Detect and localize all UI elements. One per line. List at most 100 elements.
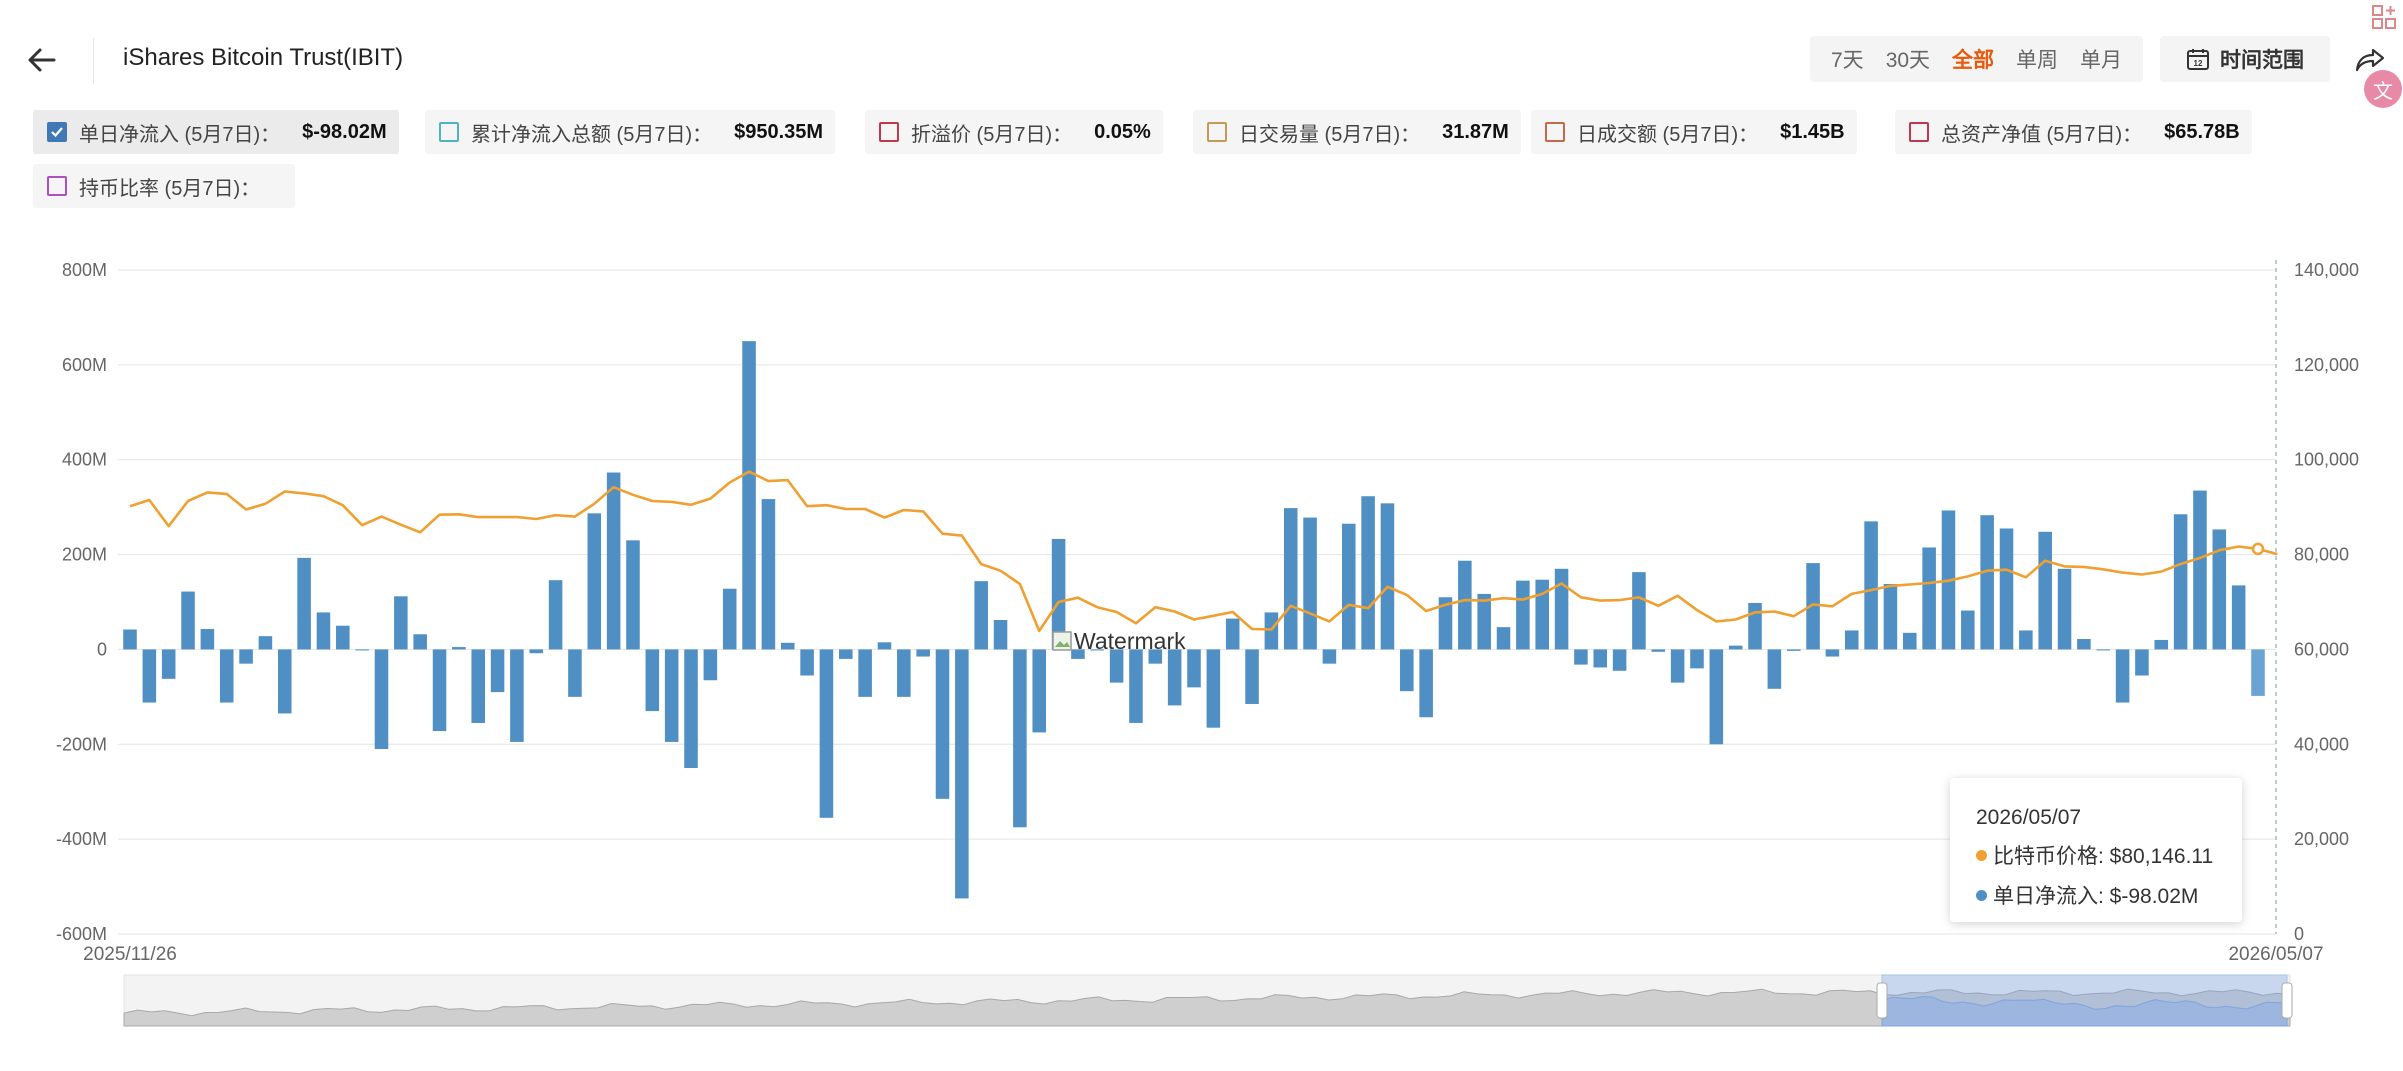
inflow-bar [1361,496,1375,650]
inflow-bar [432,649,447,732]
inflow-bar [1283,508,1298,650]
y-axis-right-tick-label: 40,000 [2294,734,2349,754]
inflow-bar [1013,649,1027,828]
x-axis-end-label: 2026/05/07 [2228,944,2323,965]
inflow-bar [626,540,640,650]
inflow-bar [1844,630,1859,650]
inflow-bar [2173,514,2188,650]
inflow-bar [858,649,872,697]
inflow-bar [1690,649,1704,669]
inflow-bar [1961,610,1975,650]
tooltip-inflow: 单日净流入: $-98.02M [1993,885,2199,908]
tooltip-date: 2026/05/07 [1976,806,2082,829]
inflow-bar [1380,503,1395,650]
inflow-bar [277,649,292,714]
inflow-bar [1786,649,1801,651]
broken-image-icon [1052,630,1072,651]
inflow-bar [606,472,621,650]
tooltip-row-price: 比特币价格: $80,146.11 [1976,840,2216,870]
inflow-bar [2038,531,2052,650]
inflow-bar [1612,649,1627,671]
inflow-bar [471,649,485,723]
inflow-bar [2251,649,2265,696]
y-axis-right-tick-label: 20,000 [2294,829,2349,849]
inflow-bar [258,636,273,650]
y-axis-left-tick-label: 400M [62,450,107,470]
inflow-bar [316,612,331,650]
inflow-bar [645,649,660,712]
x-axis-start-label: 2025/11/26 [83,944,177,965]
inflow-bar [2135,649,2149,676]
y-axis-left-tick-label: 200M [62,545,107,565]
inflow-bar [239,649,253,664]
navigator-left-handle[interactable] [1876,982,1888,1019]
inflow-bar [123,629,137,650]
inflow-bar [1593,649,1608,668]
inflow-bar [1980,515,1994,650]
y-axis-left-tick-label: -200M [56,734,107,754]
inflow-bar [2096,649,2111,651]
inflow-bar [587,513,602,650]
y-axis-left-tick-label: 600M [62,355,107,375]
y-axis-right-tick-label: 120,000 [2294,355,2359,375]
price-dot-icon [1976,849,1987,861]
inflow-bar [780,642,795,650]
tooltip-row-inflow: 单日净流入: $-98.02M [1976,880,2216,910]
inflow-bar [993,620,1008,650]
inflow-bar [529,649,544,654]
inflow-bar [510,649,524,742]
y-axis-left-tick-label: -400M [56,829,107,849]
inflow-bar [336,625,350,650]
inflow-bar [2231,585,2246,650]
inflow-bar [219,649,234,703]
inflow-bar [839,649,853,659]
inflow-bar [2115,649,2130,703]
inflow-bar [1670,649,1685,683]
inflow-bar [394,596,408,650]
inflow-bar [1496,627,1511,650]
inflow-bar [568,649,582,697]
y-axis-right-tick-label: 80,000 [2294,545,2349,565]
inflow-bar [374,649,389,750]
inflow-bar [1458,560,1472,650]
tooltip-price: 比特币价格: $80,146.11 [1993,845,2214,868]
inflow-bar [355,649,369,651]
inflow-bar [2077,638,2091,650]
inflow-bar [1245,649,1259,704]
inflow-bar [1903,632,1917,650]
inflow-bar [1477,593,1491,650]
inflow-bar [548,580,563,650]
inflow-bar [664,649,679,742]
inflow-bar [490,649,505,693]
inflow-bar [877,642,892,650]
inflow-bar [1632,572,1646,650]
inflow-bar [1341,523,1356,650]
inflow-bar [1748,602,1762,650]
inflow-bar [800,649,814,676]
inflow-bar [452,647,466,650]
inflow-bar [1999,528,2014,650]
y-axis-right-tick-label: 0 [2294,924,2304,944]
inflow-bar [1554,568,1569,650]
inflow-bar [1767,649,1782,689]
inflow-bar [200,629,215,650]
inflow-bar [1032,649,1047,733]
inflow-bar [142,649,157,703]
inflow-bar [1864,521,1878,650]
price-marker [2251,542,2265,556]
inflow-bar [297,557,311,650]
inflow-bar [974,581,988,650]
inflow-bar [955,649,969,899]
inflow-bar [1883,583,1898,650]
inflow-dot-icon [1976,889,1987,901]
inflow-bar [1129,649,1143,723]
inflow-bar [1922,547,1936,650]
inflow-bar [181,591,195,650]
inflow-bar [2212,529,2227,650]
y-axis-right-tick-label: 60,000 [2294,639,2349,659]
inflow-bar [413,634,427,650]
inflow-bar [703,649,718,681]
inflow-bar [819,649,834,818]
inflow-bar [1516,580,1530,650]
navigator-right-handle[interactable] [2281,982,2293,1019]
